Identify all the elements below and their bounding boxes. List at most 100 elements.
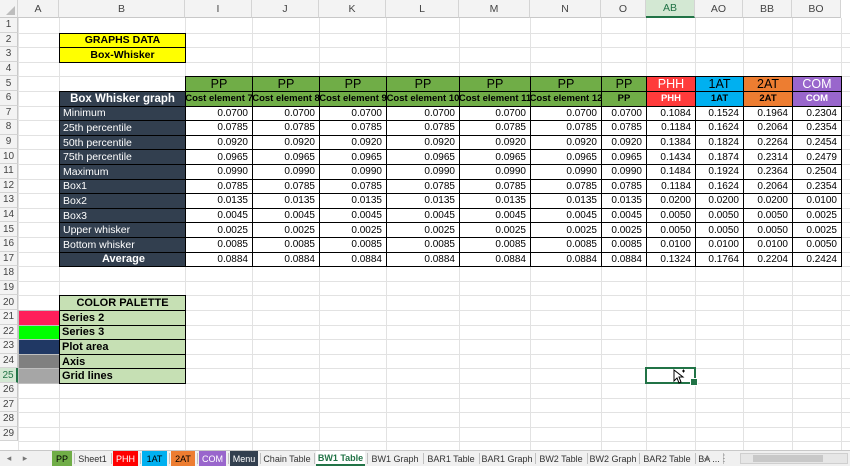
- data-cell[interactable]: 0.0700: [319, 105, 387, 122]
- sheet-tab-phh[interactable]: PHH: [113, 451, 138, 466]
- row-header-17[interactable]: 17: [0, 251, 18, 267]
- row-header-6[interactable]: 6: [0, 91, 18, 106]
- column-header-m[interactable]: M: [459, 0, 530, 18]
- row-header-19[interactable]: 19: [0, 280, 18, 296]
- row-header-15[interactable]: 15: [0, 222, 18, 237]
- row-header-1[interactable]: 1: [0, 18, 18, 33]
- data-cell[interactable]: 0.0025: [459, 222, 531, 238]
- data-cell[interactable]: 0.0135: [530, 193, 602, 209]
- average-cell[interactable]: 0.2424: [792, 251, 842, 268]
- data-cell[interactable]: 0.0045: [319, 207, 387, 224]
- data-cell[interactable]: 0.0785: [252, 120, 320, 136]
- palette-swatch[interactable]: [18, 324, 60, 341]
- select-all-corner[interactable]: [0, 0, 18, 18]
- data-cell[interactable]: 0.0785: [530, 120, 602, 136]
- row-header-12[interactable]: 12: [0, 178, 18, 194]
- data-cell[interactable]: 0.0785: [185, 120, 253, 136]
- data-cell[interactable]: 0.0050: [695, 222, 744, 238]
- data-cell[interactable]: 0.0785: [319, 178, 387, 195]
- data-cell[interactable]: 0.0045: [252, 207, 320, 224]
- row-header-13[interactable]: 13: [0, 193, 18, 208]
- data-cell[interactable]: 0.1824: [695, 134, 744, 151]
- data-cell[interactable]: 0.0920: [185, 134, 253, 151]
- data-cell[interactable]: 0.0025: [185, 222, 253, 238]
- sheet-tab-1at[interactable]: 1AT: [142, 451, 167, 466]
- sheet-tab-bw1-table[interactable]: BW1 Table: [316, 451, 365, 466]
- average-cell[interactable]: 0.0884: [319, 251, 387, 268]
- data-cell[interactable]: 0.0785: [601, 120, 647, 136]
- data-cell[interactable]: 0.0200: [743, 193, 793, 209]
- column-header-bb[interactable]: BB: [743, 0, 792, 18]
- data-cell[interactable]: 0.2354: [792, 178, 842, 195]
- column-header-b[interactable]: B: [59, 0, 185, 18]
- row-header-25[interactable]: 25: [0, 368, 18, 383]
- sheet-tab-bar2-table[interactable]: BAR2 Table: [641, 451, 693, 466]
- scrollbar-thumb[interactable]: [753, 455, 823, 462]
- palette-swatch[interactable]: [18, 339, 60, 355]
- column-header-j[interactable]: J: [252, 0, 319, 18]
- column-header-a[interactable]: A: [18, 0, 59, 18]
- data-cell[interactable]: 0.0050: [646, 222, 696, 238]
- data-cell[interactable]: 0.1964: [743, 105, 793, 122]
- data-cell[interactable]: 0.0050: [743, 207, 793, 224]
- column-header-bo[interactable]: BO: [792, 0, 841, 18]
- sheet-tab-com[interactable]: COM: [199, 451, 226, 466]
- data-cell[interactable]: 0.0135: [252, 193, 320, 209]
- selected-cell[interactable]: [645, 367, 698, 386]
- sheet-tab-chain-table[interactable]: Chain Table: [262, 451, 312, 466]
- row-header-20[interactable]: 20: [0, 295, 18, 310]
- data-cell[interactable]: 0.0085: [601, 237, 647, 253]
- row-header-29[interactable]: 29: [0, 426, 18, 442]
- data-cell[interactable]: 0.0965: [252, 149, 320, 165]
- data-cell[interactable]: 0.0050: [695, 207, 744, 224]
- data-cell[interactable]: 0.0965: [601, 149, 647, 165]
- row-header-9[interactable]: 9: [0, 134, 18, 150]
- row-header-4[interactable]: 4: [0, 61, 18, 77]
- data-cell[interactable]: 0.1084: [646, 105, 696, 122]
- data-cell[interactable]: 0.2304: [792, 105, 842, 122]
- data-cell[interactable]: 0.0990: [185, 164, 253, 180]
- sheet-tab-pp[interactable]: PP: [52, 451, 72, 466]
- row-header-16[interactable]: 16: [0, 237, 18, 252]
- average-cell[interactable]: 0.0884: [459, 251, 531, 268]
- data-cell[interactable]: 0.2314: [743, 149, 793, 165]
- data-cell[interactable]: 0.2264: [743, 134, 793, 151]
- horizontal-scrollbar[interactable]: [740, 453, 848, 464]
- data-cell[interactable]: 0.0135: [601, 193, 647, 209]
- data-cell[interactable]: 0.1924: [695, 164, 744, 180]
- data-cell[interactable]: 0.0045: [530, 207, 602, 224]
- data-cell[interactable]: 0.0990: [459, 164, 531, 180]
- data-cell[interactable]: 0.0785: [319, 120, 387, 136]
- average-cell[interactable]: 0.0884: [530, 251, 602, 268]
- data-cell[interactable]: 0.0050: [792, 237, 842, 253]
- sheet-tab-menu[interactable]: Menu: [230, 451, 258, 466]
- row-header-11[interactable]: 11: [0, 164, 18, 179]
- data-cell[interactable]: 0.0045: [386, 207, 460, 224]
- column-header-k[interactable]: K: [319, 0, 386, 18]
- row-header-27[interactable]: 27: [0, 397, 18, 413]
- data-cell[interactable]: 0.0785: [185, 178, 253, 195]
- average-cell[interactable]: 0.0884: [386, 251, 460, 268]
- data-cell[interactable]: 0.1384: [646, 134, 696, 151]
- data-cell[interactable]: 0.0990: [530, 164, 602, 180]
- data-cell[interactable]: 0.0085: [386, 237, 460, 253]
- column-header-ab[interactable]: AB: [646, 0, 695, 18]
- data-cell[interactable]: 0.0990: [386, 164, 460, 180]
- row-header-22[interactable]: 22: [0, 324, 18, 340]
- data-cell[interactable]: 0.1524: [695, 105, 744, 122]
- data-cell[interactable]: 0.0045: [601, 207, 647, 224]
- column-header-n[interactable]: N: [530, 0, 601, 18]
- data-cell[interactable]: 0.0700: [252, 105, 320, 122]
- data-cell[interactable]: 0.0085: [530, 237, 602, 253]
- data-cell[interactable]: 0.0965: [185, 149, 253, 165]
- data-cell[interactable]: 0.1874: [695, 149, 744, 165]
- data-cell[interactable]: 0.0100: [646, 237, 696, 253]
- data-cell[interactable]: 0.0700: [459, 105, 531, 122]
- data-cell[interactable]: 0.0025: [530, 222, 602, 238]
- average-cell[interactable]: 0.1764: [695, 251, 744, 268]
- row-header-5[interactable]: 5: [0, 76, 18, 91]
- palette-swatch[interactable]: [18, 310, 60, 326]
- data-cell[interactable]: 0.0100: [792, 193, 842, 209]
- data-cell[interactable]: 0.1184: [646, 120, 696, 136]
- data-cell[interactable]: 0.1624: [695, 178, 744, 195]
